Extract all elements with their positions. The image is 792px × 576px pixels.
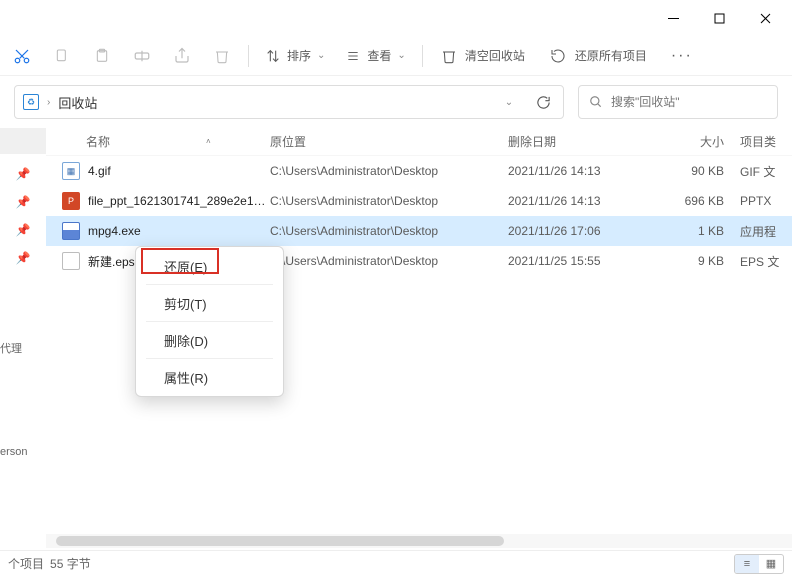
file-row[interactable]: ▦ 4.gif C:\Users\Administrator\Desktop2021… [46,156,792,186]
sort-icon [265,48,281,64]
status-count: 个项目 [8,555,44,572]
more-button[interactable]: ··· [659,47,705,65]
separator [146,321,273,322]
file-date: 2021/11/26 14:13 [508,164,668,178]
col-header-location[interactable]: 原位置 [270,133,508,150]
file-name: 新建.eps [88,253,135,270]
toolbar: 排序 ⌄ 查看 ⌄ 清空回收站 还原所有项目 ··· [0,36,792,76]
file-size: 1 KB [668,224,734,238]
file-location: C:\Users\Administrator\Desktop [270,194,508,208]
sort-label: 排序 [287,47,311,64]
ppt-file-icon: P [62,192,80,210]
cutoff-label: erson [0,446,34,458]
sidebar-pin[interactable]: 📌 [0,160,46,188]
sort-indicator-icon: ˄ [206,137,211,146]
column-headers: 名称˄ 原位置 删除日期 大小 项目类 [46,128,792,156]
rename-icon [122,36,162,76]
file-location: C:\Users\Administrator\Desktop [270,254,508,268]
main-area: 📌 📌 📌 📌 名称˄ 原位置 删除日期 大小 项目类 ▦ 4.gif C:\Use… [0,128,792,548]
file-type: PPTX [734,194,792,208]
minimize-button[interactable] [650,2,696,34]
maximize-button[interactable] [696,2,742,34]
trash-icon [441,47,457,65]
sidebar-item[interactable] [0,128,46,154]
close-button[interactable] [742,2,788,34]
col-header-type[interactable]: 项目类 [734,133,792,150]
view-label: 查看 [367,47,391,64]
copy-icon [42,36,82,76]
address-text: 回收站 [58,93,97,112]
chevron-down-icon: ⌄ [317,50,325,61]
address-bar[interactable]: ♻ › 回收站 ⌄ [14,85,564,119]
delete-icon [202,36,242,76]
file-row[interactable]: Pfile_ppt_1621301741_289e2e143...C:\User… [46,186,792,216]
ctx-delete[interactable]: 删除(D) [136,325,283,355]
horizontal-scrollbar[interactable] [46,534,792,548]
separator [422,45,423,67]
restore-all-button[interactable]: 还原所有项目 [537,36,659,76]
file-name: mpg4.exe [88,224,141,238]
eps-file-icon [62,252,80,270]
view-grid-button[interactable]: ▦ [759,555,783,573]
search-input[interactable] [611,95,767,109]
col-header-size[interactable]: 大小 [668,133,734,150]
restore-all-label: 还原所有项目 [575,47,647,64]
ctx-restore[interactable]: 还原(E) [136,251,283,281]
list-icon [345,49,361,63]
status-bytes: 55 字节 [50,555,91,572]
cutoff-labels: 代理 erson [0,340,34,458]
ctx-cut[interactable]: 剪切(T) [136,288,283,318]
file-size: 696 KB [668,194,734,208]
file-type: 应用程 [734,223,792,240]
col-header-name[interactable]: 名称˄ [46,133,270,150]
search-icon [589,95,603,109]
file-location: C:\Users\Administrator\Desktop [270,224,508,238]
separator [146,358,273,359]
chevron-down-icon: ⌄ [397,50,405,61]
separator [248,45,249,67]
sort-dropdown[interactable]: 排序 ⌄ [255,36,335,76]
view-dropdown[interactable]: 查看 ⌄ [335,36,415,76]
cut-icon[interactable] [2,36,42,76]
recycle-bin-icon: ♻ [23,94,39,110]
file-type: GIF 文 [734,163,792,180]
chevron-right-icon: › [45,97,52,108]
context-menu: 还原(E) 剪切(T) 删除(D) 属性(R) [135,246,284,397]
image-file-icon: ▦ [62,162,80,180]
file-size: 90 KB [668,164,734,178]
share-icon [162,36,202,76]
ctx-properties[interactable]: 属性(R) [136,362,283,392]
exe-file-icon [62,222,80,240]
col-header-date[interactable]: 删除日期 [508,133,668,150]
view-toggle: ≡ ▦ [734,554,784,574]
sidebar-pin[interactable]: 📌 [0,188,46,216]
file-name: file_ppt_1621301741_289e2e143... [88,194,268,208]
restore-icon [549,48,567,64]
address-dropdown-button[interactable]: ⌄ [495,88,523,116]
empty-label: 清空回收站 [465,47,525,64]
file-name: 4.gif [88,164,111,178]
status-bar: 个项目 55 字节 ≡ ▦ [0,550,792,576]
file-date: 2021/11/26 17:06 [508,224,668,238]
separator [146,284,273,285]
paste-icon [82,36,122,76]
sidebar-pin[interactable]: 📌 [0,216,46,244]
sidebar: 📌 📌 📌 📌 [0,128,46,548]
cutoff-label: 代理 [0,340,34,356]
view-details-button[interactable]: ≡ [735,555,759,573]
title-bar [0,0,792,36]
file-type: EPS 文 [734,253,792,270]
sidebar-pin[interactable]: 📌 [0,244,46,272]
file-row[interactable]: mpg4.exe C:\Users\Administrator\Desktop20… [46,216,792,246]
file-size: 9 KB [668,254,734,268]
file-location: C:\Users\Administrator\Desktop [270,164,508,178]
empty-recycle-button[interactable]: 清空回收站 [429,36,537,76]
search-box[interactable] [578,85,778,119]
file-date: 2021/11/25 15:55 [508,254,668,268]
navigation-bar: ♻ › 回收站 ⌄ [0,76,792,128]
refresh-button[interactable] [529,88,557,116]
file-date: 2021/11/26 14:13 [508,194,668,208]
